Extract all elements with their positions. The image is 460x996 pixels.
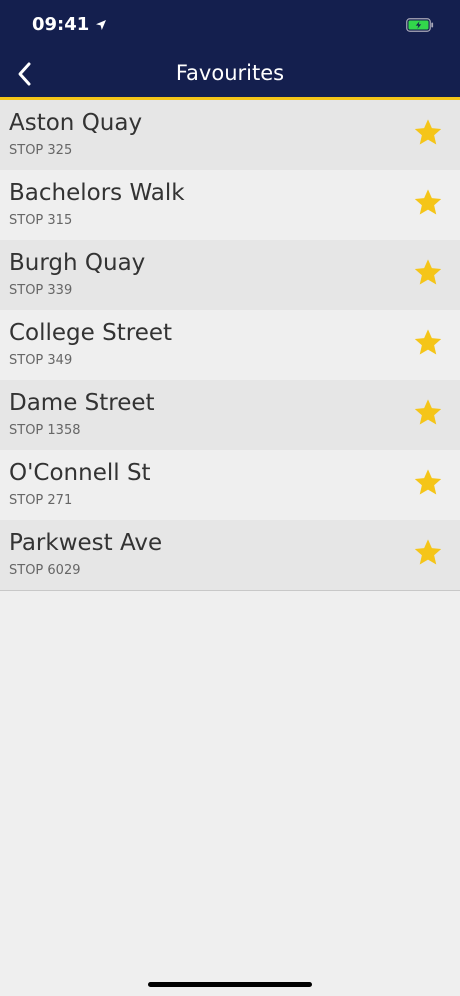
stop-name: Burgh Quay [9,250,146,276]
star-icon[interactable] [412,187,444,219]
favourite-stop-row[interactable]: Burgh Quay STOP 339 [0,240,460,310]
favourite-stop-row[interactable]: College Street STOP 349 [0,310,460,380]
favourite-stop-row[interactable]: Dame Street STOP 1358 [0,380,460,450]
stop-name: O'Connell St [9,460,151,486]
stop-name: Aston Quay [9,110,143,136]
stop-name: Dame Street [9,390,155,416]
header-bar: 09:41 Favourites [0,0,460,97]
star-icon[interactable] [412,397,444,429]
page-title: Favourites [175,61,285,85]
stop-number: STOP 339 [9,283,73,298]
favourite-stop-row[interactable]: O'Connell St STOP 271 [0,450,460,520]
stop-name: Parkwest Ave [9,530,163,556]
star-icon[interactable] [412,117,444,149]
battery-icon [406,18,434,32]
star-icon[interactable] [412,327,444,359]
star-icon[interactable] [412,257,444,289]
stop-number: STOP 271 [9,493,73,508]
stop-name: Bachelors Walk [9,180,185,206]
status-bar-time: 09:41 [32,14,107,35]
favourite-stop-row[interactable]: Parkwest Ave STOP 6029 [0,520,460,590]
home-indicator[interactable] [148,982,312,987]
favourite-stop-row[interactable]: Aston Quay STOP 325 [0,100,460,170]
clock-text: 09:41 [32,14,90,35]
star-icon[interactable] [412,537,444,569]
stop-name: College Street [9,320,173,346]
stop-number: STOP 6029 [9,563,81,578]
location-arrow-icon [96,19,107,30]
stop-number: STOP 325 [9,143,73,158]
favourites-list: Aston Quay STOP 325 Bachelors Walk STOP … [0,100,460,591]
stop-number: STOP 349 [9,353,73,368]
star-icon[interactable] [412,467,444,499]
stop-number: STOP 1358 [9,423,81,438]
favourite-stop-row[interactable]: Bachelors Walk STOP 315 [0,170,460,240]
stop-number: STOP 315 [9,213,73,228]
